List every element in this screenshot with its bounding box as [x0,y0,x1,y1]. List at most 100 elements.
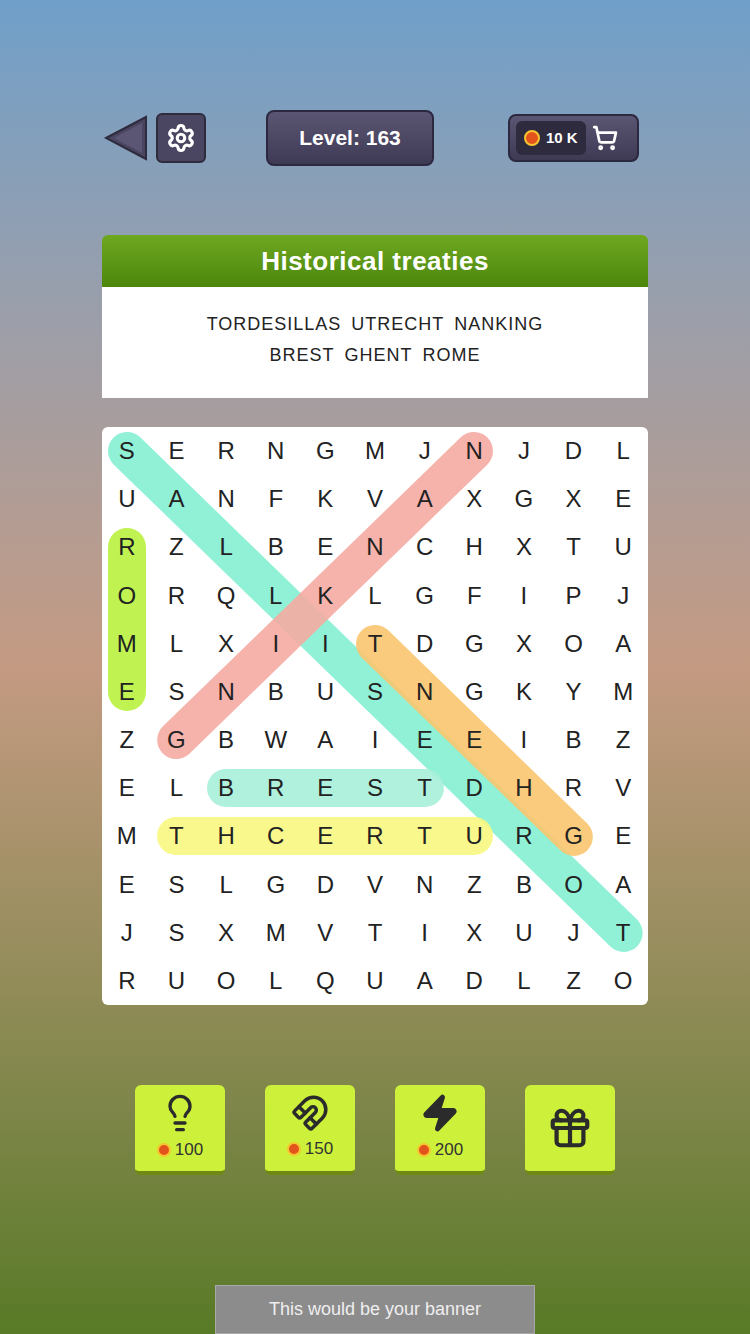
grid-cell[interactable]: X [549,475,599,523]
grid-cell[interactable]: V [350,475,400,523]
grid-cell[interactable]: N [449,427,499,475]
grid-cell[interactable]: A [301,716,351,764]
grid-cell[interactable]: M [598,668,648,716]
grid-cell[interactable]: S [350,668,400,716]
grid-cell[interactable]: O [549,861,599,909]
grid-cell[interactable]: L [350,572,400,620]
grid-cell[interactable]: I [301,620,351,668]
grid-cell[interactable]: H [201,812,251,860]
grid-cell[interactable]: E [102,764,152,812]
grid-cell[interactable]: C [251,812,301,860]
grid-cell[interactable]: E [102,668,152,716]
grid-cell[interactable]: T [152,812,202,860]
grid-cell[interactable]: A [598,620,648,668]
grid-cell[interactable]: L [598,427,648,475]
grid-cell[interactable]: B [499,861,549,909]
grid-cell[interactable]: N [201,668,251,716]
grid-cell[interactable]: X [499,523,549,571]
grid-cell[interactable]: I [251,620,301,668]
grid-cell[interactable]: J [400,427,450,475]
grid-cell[interactable]: N [251,427,301,475]
grid-cell[interactable]: D [400,620,450,668]
grid-cell[interactable]: Z [549,957,599,1005]
grid-cell[interactable]: A [152,475,202,523]
grid-cell[interactable]: B [251,668,301,716]
grid-cell[interactable]: E [152,427,202,475]
grid-cell[interactable]: O [549,620,599,668]
grid-cell[interactable]: K [499,668,549,716]
grid-cell[interactable]: G [152,716,202,764]
grid-cell[interactable]: S [152,668,202,716]
grid-cell[interactable]: J [499,427,549,475]
grid-cell[interactable]: B [201,764,251,812]
grid-cell[interactable]: U [499,909,549,957]
grid-cell[interactable]: E [598,812,648,860]
grid-cell[interactable]: H [449,523,499,571]
grid-cell[interactable]: V [301,909,351,957]
ad-banner[interactable]: This would be your banner [215,1285,535,1334]
grid-cell[interactable]: X [201,620,251,668]
grid-cell[interactable]: U [598,523,648,571]
grid-cell[interactable]: G [549,812,599,860]
back-button[interactable] [104,113,148,163]
grid-cell[interactable]: T [549,523,599,571]
grid-cell[interactable]: I [499,716,549,764]
grid-cell[interactable]: J [102,909,152,957]
grid-cell[interactable]: N [201,475,251,523]
grid-cell[interactable]: S [152,909,202,957]
grid-cell[interactable]: S [350,764,400,812]
grid-cell[interactable]: G [301,427,351,475]
grid-cell[interactable]: B [251,523,301,571]
grid-cell[interactable]: D [549,427,599,475]
grid-cell[interactable]: L [201,861,251,909]
grid-cell[interactable]: G [449,668,499,716]
grid-cell[interactable]: E [301,812,351,860]
grid-cell[interactable]: Y [549,668,599,716]
grid-cell[interactable]: O [598,957,648,1005]
grid-cell[interactable]: O [201,957,251,1005]
booster-button[interactable] [525,1085,615,1175]
grid-cell[interactable]: S [102,427,152,475]
grid-cell[interactable]: B [201,716,251,764]
grid-cell[interactable]: A [400,957,450,1005]
grid-cell[interactable]: X [449,909,499,957]
grid-cell[interactable]: L [251,957,301,1005]
grid-cell[interactable]: U [152,957,202,1005]
grid-cell[interactable]: I [400,909,450,957]
grid-cell[interactable]: Z [152,523,202,571]
grid-cell[interactable]: T [400,764,450,812]
grid-cell[interactable]: R [152,572,202,620]
grid-cell[interactable]: R [499,812,549,860]
grid-cell[interactable]: I [350,716,400,764]
grid-cell[interactable]: F [251,475,301,523]
grid-cell[interactable]: S [152,861,202,909]
grid-cell[interactable]: G [400,572,450,620]
grid-cell[interactable]: X [201,909,251,957]
grid-cell[interactable]: M [102,812,152,860]
grid-cell[interactable]: V [350,861,400,909]
grid-cell[interactable]: J [598,572,648,620]
grid-cell[interactable]: N [400,861,450,909]
grid-cell[interactable]: Q [201,572,251,620]
grid-cell[interactable]: R [251,764,301,812]
booster-button[interactable]: 100 [135,1085,225,1175]
grid-cell[interactable]: L [499,957,549,1005]
grid-cell[interactable]: M [102,620,152,668]
grid-cell[interactable]: T [400,812,450,860]
grid-cell[interactable]: U [449,812,499,860]
grid-cell[interactable]: G [499,475,549,523]
grid-cell[interactable]: B [549,716,599,764]
grid-cell[interactable]: C [400,523,450,571]
booster-button[interactable]: 150 [265,1085,355,1175]
grid-cell[interactable]: N [400,668,450,716]
grid-cell[interactable]: O [102,572,152,620]
grid-cell[interactable]: Q [301,957,351,1005]
grid-cell[interactable]: R [102,957,152,1005]
grid-cell[interactable]: U [102,475,152,523]
grid-cell[interactable]: L [251,572,301,620]
grid-cell[interactable]: L [152,764,202,812]
grid-cell[interactable]: Z [598,716,648,764]
grid-cell[interactable]: Z [449,861,499,909]
grid-cell[interactable]: A [400,475,450,523]
grid-cell[interactable]: K [301,572,351,620]
